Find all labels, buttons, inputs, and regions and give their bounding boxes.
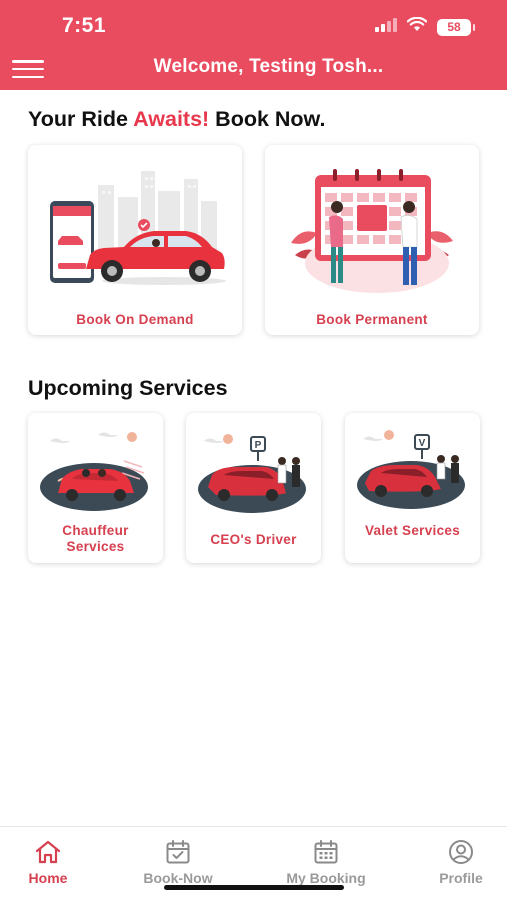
book-on-demand-label: Book On Demand (76, 312, 194, 327)
calendar-planning-illustration (291, 169, 453, 293)
hero-title-accent: Awaits! (133, 107, 210, 131)
home-indicator[interactable] (164, 885, 344, 890)
nav-home-label: Home (28, 870, 68, 886)
ceos-driver-card[interactable]: P CEO's Driver (186, 413, 321, 563)
calendar-check-icon (166, 840, 190, 864)
svg-text:V: V (419, 438, 426, 449)
chauffeur-services-card[interactable]: Chauffeur Services (28, 413, 163, 563)
user-circle-icon (449, 840, 473, 864)
nav-profile-label: Profile (439, 870, 483, 886)
nav-book-now-label: Book-Now (143, 870, 213, 886)
nav-book-now[interactable]: Book-Now (123, 839, 233, 886)
valet-services-card[interactable]: V Valet Services (345, 413, 480, 563)
ceo-driver-illustration: P (198, 434, 306, 513)
chauffeur-services-label: Chauffeur Services (62, 523, 129, 554)
nav-profile[interactable]: Profile (406, 839, 507, 886)
wifi-icon (406, 16, 428, 37)
valet-illustration: V (357, 430, 465, 509)
nav-my-booking-label: My Booking (286, 870, 366, 886)
hero-title: Your Ride Awaits! Book Now. (28, 107, 326, 131)
nav-my-booking[interactable]: My Booking (271, 839, 381, 886)
valet-services-label: Valet Services (364, 523, 461, 538)
book-permanent-label: Book Permanent (316, 312, 428, 327)
ceos-driver-label: CEO's Driver (210, 532, 297, 547)
upcoming-services-title: Upcoming Services (28, 376, 228, 400)
home-icon (35, 840, 61, 864)
signal-icon (375, 17, 397, 37)
calendar-icon (314, 840, 338, 864)
svg-text:P: P (255, 440, 262, 451)
status-bar: 7:51 58 (0, 0, 507, 48)
chauffeur-car-illustration (40, 432, 148, 511)
header-title: Welcome, Testing Tosh... (153, 56, 384, 77)
book-permanent-card[interactable]: Book Permanent (265, 145, 479, 335)
car-booking-illustration (50, 171, 226, 285)
status-icons: 58 (375, 16, 475, 37)
book-on-demand-card[interactable]: Book On Demand (28, 145, 242, 335)
app-header: Welcome, Testing Tosh... (0, 48, 507, 90)
nav-home[interactable]: Home (0, 839, 103, 886)
battery-indicator: 58 (437, 18, 475, 36)
status-time: 7:51 (62, 14, 107, 37)
